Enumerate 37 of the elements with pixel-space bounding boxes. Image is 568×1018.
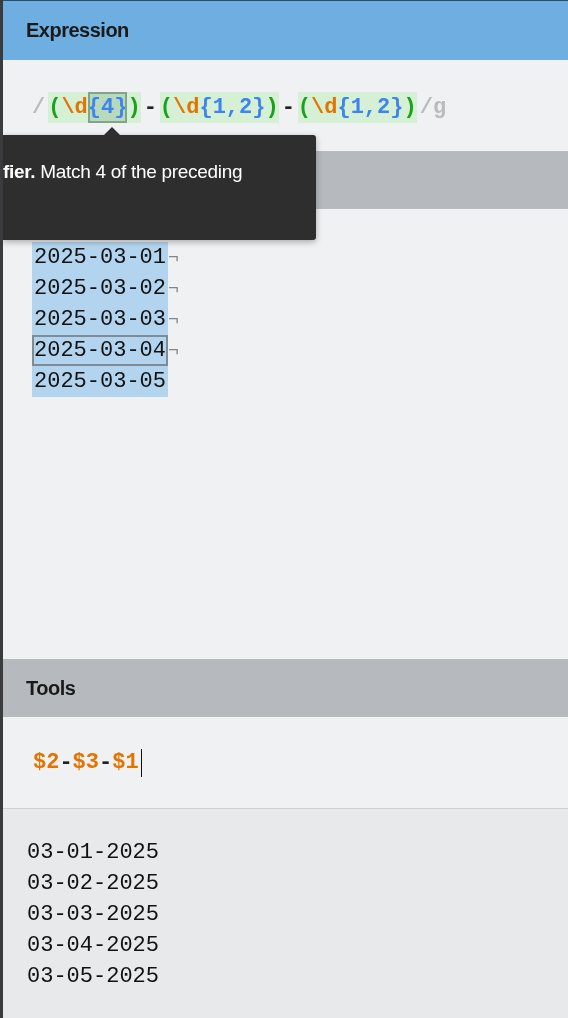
result-line: 03-03-2025 [27,901,161,929]
regex-quantifier[interactable]: {1,2} [199,92,266,123]
regex-escape[interactable]: \d [311,92,338,123]
result-line: 03-01-2025 [27,839,161,867]
line-end-mark: ¬ [168,278,179,299]
regex-paren[interactable]: ) [403,92,417,123]
regex-paren[interactable]: ( [159,92,174,123]
regex-paren[interactable]: ( [48,92,62,123]
regex-quantifier[interactable]: {1,2} [337,92,404,123]
regex-escape[interactable]: \d [61,92,88,123]
capture-group[interactable]: (\d{1,2}) [159,92,279,123]
regex-literal: - [281,94,295,122]
regex-paren[interactable]: ( [297,92,312,123]
match-highlight[interactable]: 2025-03-05 [32,366,169,397]
regex-escape[interactable]: \d [173,92,200,123]
regex-paren[interactable]: ) [265,92,279,123]
result-line: 03-04-2025 [27,932,161,960]
match-highlight[interactable]: 2025-03-02 [32,273,169,304]
regex-delimiter: / [419,94,433,122]
capture-group[interactable]: (\d{1,2}) [297,92,417,123]
regex-paren[interactable]: ) [127,92,141,123]
line-end-mark: ¬ [168,340,179,361]
tools-title: Tools [26,676,76,700]
regex-quantifier[interactable]: {4} [87,92,128,123]
line-end-mark: ¬ [168,309,179,330]
result-line: 03-02-2025 [27,870,161,898]
regex-literal: - [143,94,157,122]
capture-group[interactable]: (\d{4}) [48,92,141,123]
match-highlight[interactable]: 2025-03-04 [32,335,169,366]
match-highlight[interactable]: 2025-03-01 [32,242,169,273]
tooltip-text: fier. Match 4 of the preceding [3,161,243,183]
regex-delimiter: / [32,94,46,122]
line-end-mark: ¬ [168,247,179,268]
match-highlight[interactable]: 2025-03-03 [32,304,169,335]
expression-title: Expression [26,19,129,42]
replace-input[interactable]: $2-$3-$1 [33,748,142,777]
result-line: 03-05-2025 [27,963,161,991]
